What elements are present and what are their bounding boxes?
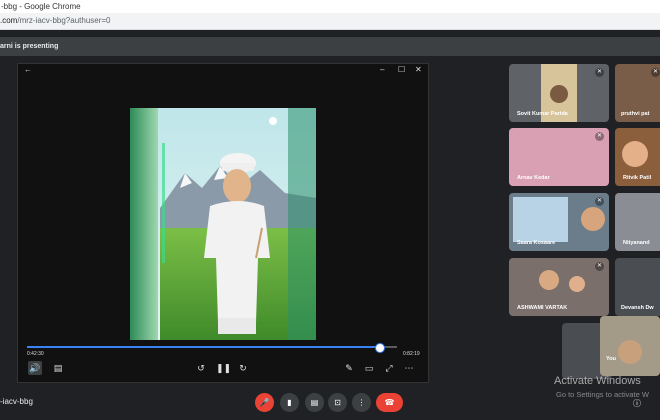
pen-icon[interactable]: ✎ [342,361,356,375]
camera-toggle-button[interactable]: ▮ [280,393,299,412]
maximize-icon[interactable]: ☐ [398,65,405,74]
pause-icon[interactable]: ❚❚ [216,361,231,375]
present-button[interactable]: ⊡ [328,393,347,412]
volume-icon[interactable]: 🔊 [28,361,42,375]
meeting-code: -iacv-bbg [0,397,33,406]
rewind-icon[interactable]: ↺ [194,361,208,375]
participant-name: ASHWAMI VARTAK [517,305,568,311]
url-host: .com [0,16,18,25]
presenting-text: arni is presenting [0,43,59,50]
self-video [618,340,642,364]
minimize-icon[interactable]: – [380,65,384,74]
participant-tile[interactable]: ✕ Arnav Kedar [509,128,609,186]
more-options-button[interactable]: ⋮ [352,393,371,412]
mic-muted-icon: ✕ [595,262,604,271]
presenting-banner: arni is presenting [0,37,660,56]
participant-name: Devansh Dw [621,305,654,311]
participant-name: pruthvi pat [621,111,650,117]
seek-bar[interactable] [27,343,397,353]
fullscreen-icon[interactable]: ⤢ [382,361,396,375]
close-icon[interactable]: ✕ [415,65,422,74]
end-call-button[interactable]: ☎ [376,393,403,412]
captions-button[interactable]: ▤ [305,393,324,412]
mic-muted-icon: ✕ [651,68,660,77]
mic-muted-icon: ✕ [595,132,604,141]
player-titlebar: ← – ☐ ✕ [18,64,428,77]
video-frame[interactable] [130,108,316,340]
url-path: /mrz-iacv-bbg?authuser=0 [17,16,111,25]
back-icon[interactable]: ← [24,65,32,74]
time-total: 0:82:19 [403,351,420,357]
participant-tile[interactable]: ✕ Saara Kosaare [509,193,609,251]
participant-name: Saara Kosaare [517,240,556,246]
participant-name: Sovit Kumar Parida [517,111,568,117]
captions-icon[interactable]: ▤ [51,361,65,375]
time-elapsed: 0:42:30 [27,351,44,357]
self-view-tile[interactable]: You [600,316,660,376]
participant-tile[interactable]: ✕ Sovit Kumar Parida [509,64,609,122]
mic-muted-icon: ✕ [595,197,604,206]
participant-name: Nityanand [623,240,650,246]
address-bar[interactable]: .com/mrz-iacv-bbg?authuser=0 [0,13,660,30]
more-icon[interactable]: ⋯ [402,361,416,375]
seek-bar-fill [27,346,379,348]
window-title-bar: -bbg - Google Chrome [0,0,660,13]
participant-tile[interactable]: Nityanand [615,193,660,251]
participant-name: Ritvik Patil [623,175,652,181]
self-name: You [606,356,616,362]
participant-tile[interactable]: ✕ ASHWAMI VARTAK [509,258,609,316]
participant-tile[interactable]: Ritvik Patil [615,128,660,186]
mic-toggle-button[interactable]: 🎤 [255,393,274,412]
participant-tile[interactable]: Devansh Dw [615,258,660,316]
forward-icon[interactable]: ↻ [236,361,250,375]
crop-icon[interactable]: ▭ [362,361,376,375]
participant-tile[interactable]: ✕ pruthvi pat [615,64,660,122]
window-title: -bbg - Google Chrome [1,2,81,11]
mic-muted-icon: ✕ [595,68,604,77]
video-player-window[interactable]: ← – ☐ ✕ 0:42:30 0:82:19 🔊 ▤ ↺ ❚❚ ↻ ✎ ▭ ⤢… [17,63,429,383]
participant-name: Arnav Kedar [517,175,550,181]
seek-handle[interactable] [375,343,385,353]
activate-windows-title: Activate Windows [554,375,641,387]
activate-windows-subtitle: Go to Settings to activate W [556,390,649,399]
video-content-image [130,108,316,340]
